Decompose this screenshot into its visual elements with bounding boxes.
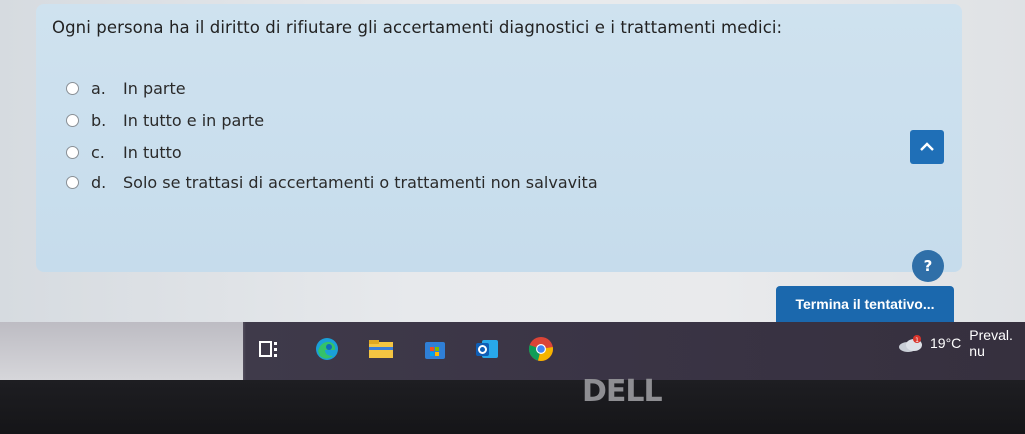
question-card [36, 4, 962, 272]
edge-browser-icon[interactable] [314, 336, 340, 362]
help-button[interactable]: ? [912, 250, 944, 282]
question-text: Ogni persona ha il diritto di rifiutare … [52, 18, 783, 37]
radio-button[interactable] [66, 81, 79, 95]
option-label: In parte [123, 78, 186, 98]
brand-logo: DELL [582, 374, 663, 409]
taskbar-left-area [0, 322, 243, 380]
radio-button[interactable] [66, 145, 79, 159]
finish-attempt-button[interactable]: Termina il tentativo... [776, 286, 954, 322]
option-label: In tutto e in parte [123, 110, 265, 130]
weather-condition: Preval. nu [969, 327, 1013, 359]
task-view-icon[interactable] [256, 336, 282, 362]
option-c[interactable]: c. In tutto [66, 141, 182, 163]
weather-widget[interactable]: 1 19°C Preval. nu [898, 327, 1025, 359]
option-label: Solo se trattasi di accertamenti o tratt… [123, 172, 598, 192]
option-a[interactable]: a. In parte [66, 77, 186, 99]
chrome-icon[interactable] [528, 336, 554, 362]
option-letter: b. [91, 110, 107, 130]
microsoft-store-icon[interactable] [422, 336, 448, 362]
weather-alert-badge: 1 [915, 337, 919, 344]
option-label: In tutto [123, 142, 182, 162]
weather-temperature: 19°C [930, 335, 962, 351]
option-b[interactable]: b. In tutto e in parte [66, 109, 264, 131]
outlook-icon[interactable] [474, 336, 500, 362]
option-letter: d. [91, 172, 107, 192]
radio-button[interactable] [66, 175, 79, 189]
cloud-icon: 1 [898, 335, 924, 352]
option-letter: c. [91, 142, 105, 162]
monitor-bezel [0, 380, 1025, 434]
scroll-to-top-button[interactable] [910, 130, 944, 164]
option-d[interactable]: d. Solo se trattasi di accertamenti o tr… [66, 171, 598, 193]
file-explorer-icon[interactable] [368, 336, 394, 362]
option-letter: a. [91, 78, 106, 98]
radio-button[interactable] [66, 113, 79, 127]
chevron-up-icon [920, 142, 934, 151]
